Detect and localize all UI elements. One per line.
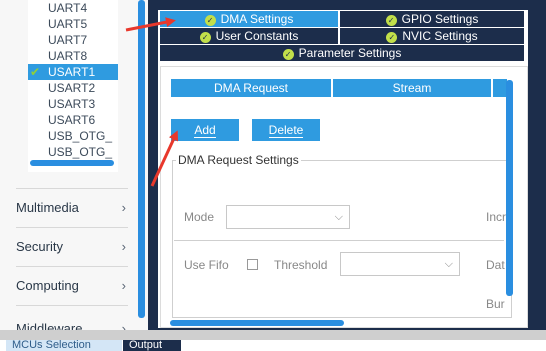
delete-button-label: Delete: [268, 123, 304, 138]
tab-label: Parameter Settings: [298, 46, 402, 60]
tab-dma-settings[interactable]: ✓ DMA Settings: [160, 11, 338, 27]
peripheral-item[interactable]: USB_OTG_: [28, 128, 118, 144]
threshold-label: Threshold: [274, 258, 328, 272]
tab-nvic-settings[interactable]: ✓ NVIC Settings: [340, 28, 524, 44]
tab-mcus-selection[interactable]: MCUs Selection: [6, 340, 122, 351]
column-next[interactable]: [493, 79, 507, 97]
bottom-tab-bar: MCUs Selection Output: [0, 340, 546, 351]
peripheral-label: UART4: [48, 1, 88, 15]
group-title: DMA Request Settings: [176, 153, 301, 167]
divider: [174, 240, 504, 241]
peripheral-item[interactable]: UART5: [28, 16, 118, 32]
checkmark-icon: ✓: [199, 32, 211, 43]
peripheral-label: USB_OTG_: [48, 129, 113, 143]
delete-button[interactable]: Delete: [252, 119, 320, 141]
tab-parameter-settings[interactable]: ✓ Parameter Settings: [160, 45, 524, 61]
use-fifo-label: Use Fifo: [184, 258, 229, 272]
checkmark-icon: ✔: [30, 65, 41, 79]
checkmark-icon: ✓: [386, 32, 398, 43]
peripheral-label: UART5: [48, 17, 88, 31]
content-horizontal-scrollbar[interactable]: [170, 320, 344, 326]
chevron-right-icon: ›: [121, 321, 126, 330]
chevron-right-icon: ›: [121, 200, 126, 215]
chevron-right-icon: ›: [121, 278, 126, 293]
tab-label: User Constants: [215, 29, 299, 43]
dma-table-header: DMA Request Stream: [171, 79, 511, 97]
peripheral-label: USART3: [48, 97, 96, 111]
peripheral-label: USART2: [48, 81, 96, 95]
mode-label: Mode: [184, 210, 215, 224]
peripheral-item[interactable]: UART7: [28, 32, 118, 48]
data-width-label: Dat: [486, 258, 505, 272]
content-vertical-scrollbar[interactable]: [506, 80, 513, 296]
peripheral-item[interactable]: UART4: [28, 0, 118, 16]
peripheral-item[interactable]: UART8: [28, 48, 118, 64]
tab-label: GPIO Settings: [401, 12, 479, 26]
peripheral-item[interactable]: USART3: [28, 96, 118, 112]
use-fifo-checkbox[interactable]: [247, 259, 258, 270]
category-multimedia[interactable]: Multimedia ›: [16, 188, 128, 226]
checkmark-icon: ✓: [282, 49, 294, 60]
peripheral-item[interactable]: USART2: [28, 80, 118, 96]
bottom-divider: [0, 330, 546, 340]
mode-select[interactable]: ⌵: [226, 205, 350, 229]
peripheral-item[interactable]: USB_OTG_: [28, 144, 118, 160]
column-dma-request[interactable]: DMA Request: [171, 79, 333, 97]
peripheral-label: USB_OTG_: [48, 145, 113, 159]
peripheral-list: UART4 UART5 UART7 UART8 ✔ USART1 USART2 USART3 U…: [28, 0, 118, 172]
sidebar-vertical-scrollbar[interactable]: [138, 0, 145, 318]
chevron-down-icon: ⌵: [334, 211, 343, 223]
tab-user-constants[interactable]: ✓ User Constants: [160, 28, 338, 44]
category-label: Computing: [16, 278, 79, 293]
add-button-label: Add: [194, 123, 216, 138]
tab-output[interactable]: Output: [123, 340, 181, 351]
tab-gpio-settings[interactable]: ✓ GPIO Settings: [340, 11, 524, 27]
peripheral-label: UART7: [48, 33, 88, 47]
peripheral-item[interactable]: USART6: [28, 112, 118, 128]
peripheral-label: UART8: [48, 49, 88, 63]
threshold-select[interactable]: ⌵: [340, 252, 460, 276]
chevron-right-icon: ›: [121, 239, 126, 254]
category-computing[interactable]: Computing ›: [16, 266, 128, 304]
category-label: Multimedia: [16, 200, 79, 215]
peripheral-label: USART6: [48, 113, 96, 127]
checkmark-icon: ✓: [385, 15, 397, 26]
category-label: Security: [16, 239, 63, 254]
burst-size-label: Bur: [486, 297, 505, 311]
category-label: Middleware: [16, 321, 83, 330]
tab-label: DMA Settings: [220, 12, 294, 26]
increment-label: Incr: [486, 210, 507, 224]
peripheral-item[interactable]: ✔ USART1: [28, 64, 118, 80]
category-security[interactable]: Security ›: [16, 227, 128, 265]
column-stream[interactable]: Stream: [333, 79, 493, 97]
peripheral-list-horizontal-scrollbar[interactable]: [30, 160, 114, 166]
dma-request-settings-group: [172, 160, 512, 318]
category-middleware[interactable]: Middleware ›: [16, 305, 128, 330]
peripheral-label: USART1: [48, 65, 96, 79]
chevron-down-icon: ⌵: [444, 258, 453, 270]
sidebar: UART4 UART5 UART7 UART8 ✔ USART1 USART2 USART3 U…: [0, 0, 148, 330]
tab-label: NVIC Settings: [402, 29, 478, 43]
checkmark-icon: ✓: [204, 15, 216, 26]
add-button[interactable]: Add: [171, 119, 239, 141]
